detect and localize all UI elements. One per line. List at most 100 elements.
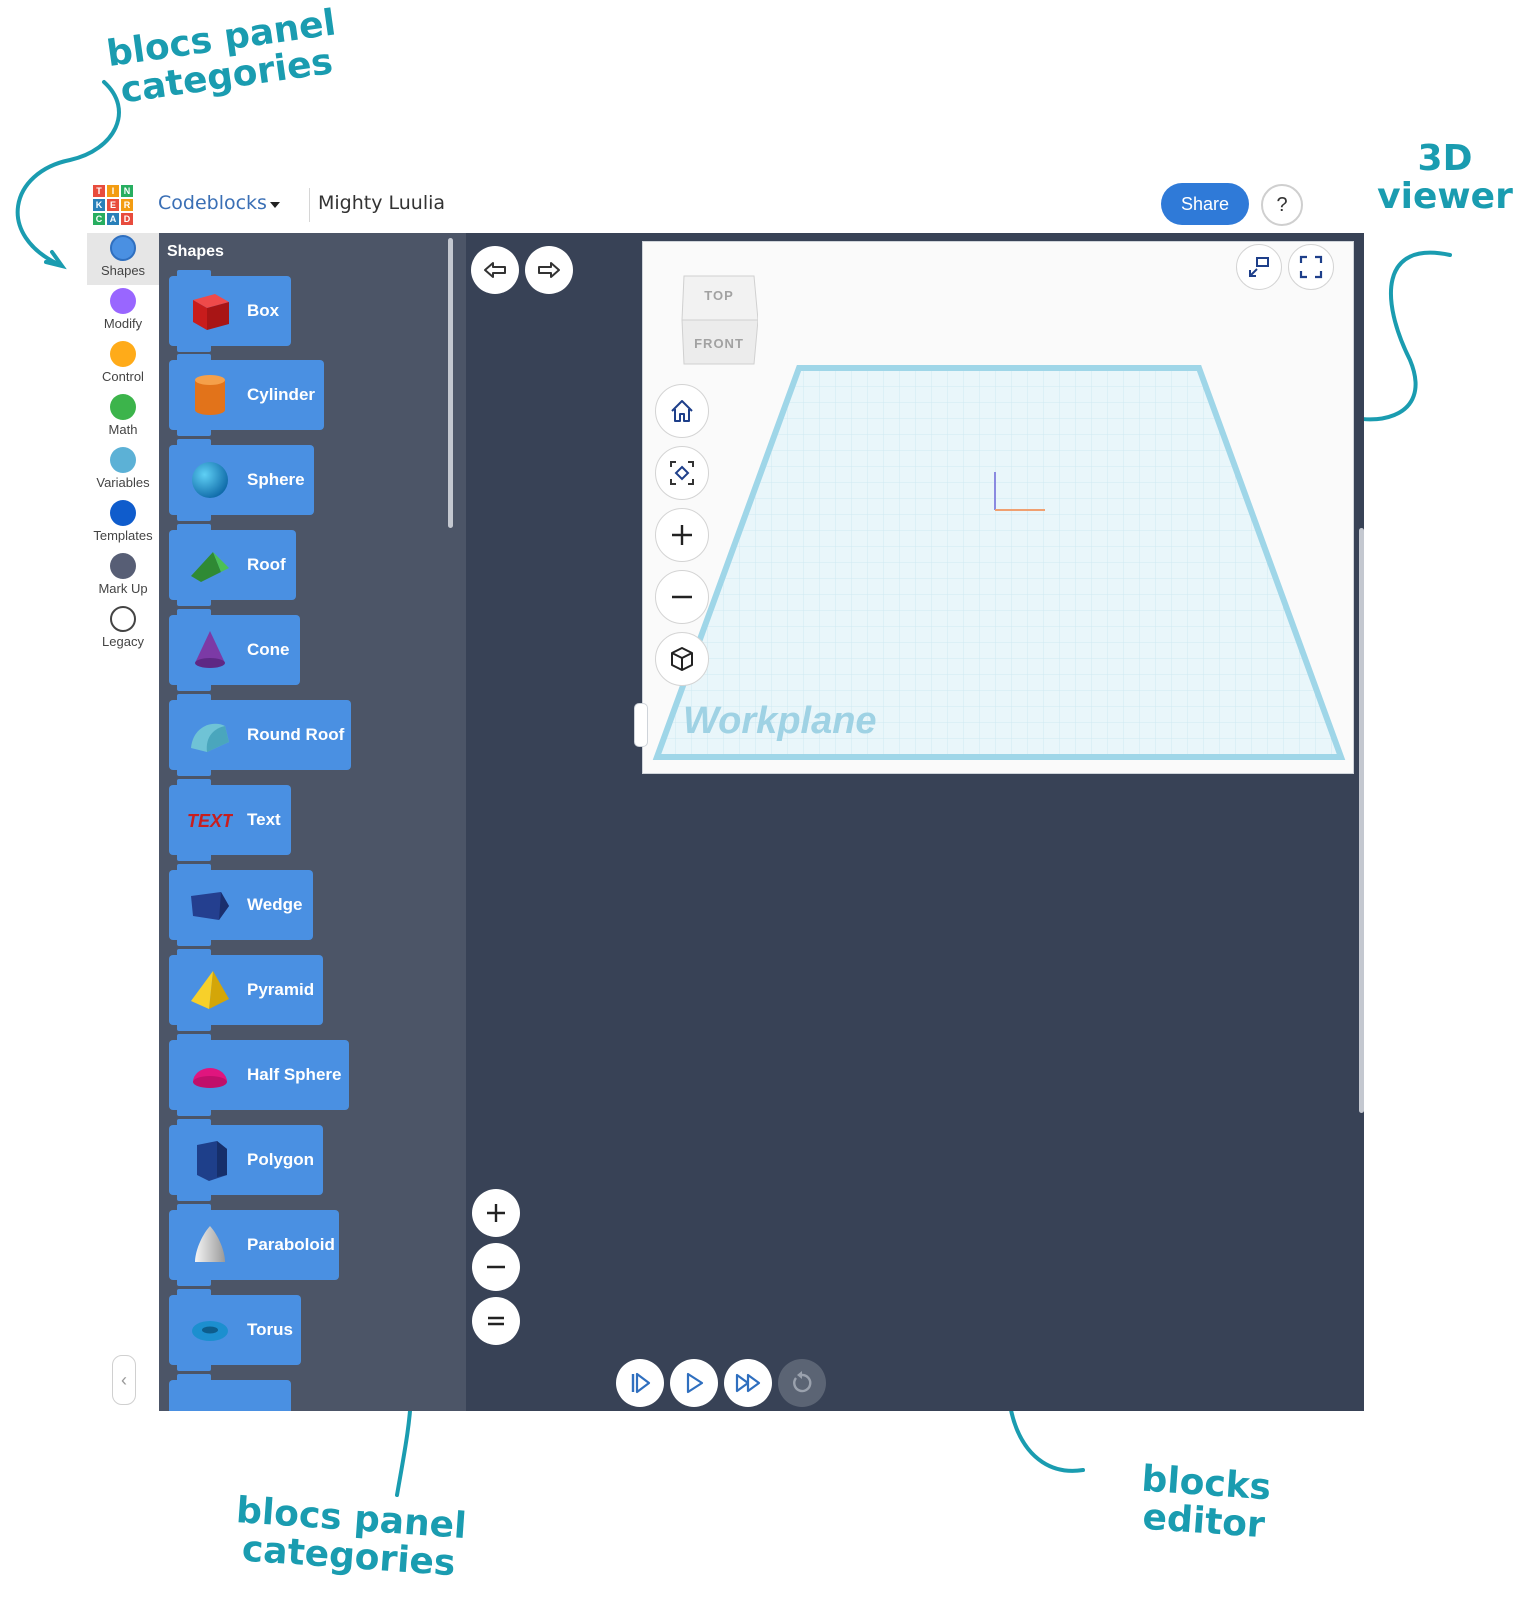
minimize-viewer-button[interactable] — [1236, 244, 1282, 290]
annotation-line: editor — [1141, 1496, 1267, 1547]
blocks-panel: Shapes Box Cylinder Sphere Roof Cone Rou… — [159, 233, 466, 1411]
block-text[interactable]: TEXT Text — [169, 779, 291, 861]
block-label: Wedge — [247, 895, 303, 914]
logo-letter: R — [121, 199, 133, 211]
block-cone[interactable]: Cone — [169, 609, 300, 691]
category-legacy[interactable]: Legacy — [87, 604, 159, 656]
text-icon: TEXT — [187, 797, 233, 843]
cube-face-top[interactable]: TOP — [680, 288, 758, 303]
logo-letter: C — [93, 213, 105, 225]
minimize-icon — [1249, 257, 1269, 277]
logo-letter: D — [121, 213, 133, 225]
fast-forward-button[interactable] — [724, 1359, 772, 1407]
view-cube[interactable]: TOP FRONT — [680, 274, 758, 366]
sphere-icon — [187, 457, 233, 503]
block-label: Pyramid — [247, 980, 315, 999]
home-view-button[interactable] — [655, 384, 709, 438]
minus-icon — [487, 1265, 505, 1269]
category-label: Legacy — [102, 634, 144, 649]
block-half-sphere[interactable]: Half Sphere — [169, 1034, 349, 1116]
share-button[interactable]: Share — [1161, 183, 1249, 225]
app-switcher[interactable]: Codeblocks — [158, 192, 267, 214]
panel-title: Shapes — [167, 243, 224, 260]
block-label: Torus — [247, 1320, 293, 1339]
round-roof-icon — [187, 712, 233, 758]
viewer-zoom-out-button[interactable] — [655, 570, 709, 624]
collapse-sidebar-button[interactable]: ‹ — [112, 1355, 136, 1405]
roof-icon — [187, 542, 233, 588]
annotation-line: 3D — [1417, 138, 1473, 179]
block-torus[interactable]: Torus — [169, 1289, 301, 1371]
annotation-top-left: blocs panel categories — [100, 2, 348, 113]
reset-icon — [793, 1371, 812, 1393]
perspective-button[interactable] — [655, 632, 709, 686]
fit-view-button[interactable] — [655, 446, 709, 500]
home-icon — [671, 400, 693, 422]
minus-icon — [672, 595, 692, 599]
half-sphere-icon — [187, 1052, 233, 1098]
category-mark-up[interactable]: Mark Up — [87, 551, 159, 603]
block-label: Round Roof — [247, 725, 345, 744]
block-partial[interactable] — [169, 1374, 291, 1411]
logo-letter: T — [93, 185, 105, 197]
chevron-down-icon[interactable] — [270, 202, 280, 208]
viewer-zoom-in-button[interactable] — [655, 508, 709, 562]
category-label: Variables — [96, 475, 150, 490]
logo-letter: A — [107, 213, 119, 225]
category-label: Modify — [103, 316, 143, 331]
category-modify[interactable]: Modify — [87, 286, 159, 338]
block-polygon[interactable]: Polygon — [169, 1119, 323, 1201]
block-roof[interactable]: Roof — [169, 524, 296, 606]
block-label: Paraboloid — [247, 1235, 335, 1254]
zoom-out-button[interactable] — [472, 1243, 520, 1291]
block-round-roof[interactable]: Round Roof — [169, 694, 351, 776]
3d-viewer[interactable]: TOP FRONT Workplane — [642, 241, 1354, 774]
category-templates[interactable]: Templates — [87, 498, 159, 550]
reset-button[interactable] — [778, 1359, 826, 1407]
block-label: Cylinder — [247, 385, 316, 404]
tinkercad-logo[interactable]: T I N K E R C A D — [93, 185, 133, 225]
equals-icon — [488, 1316, 504, 1326]
header-divider — [309, 188, 310, 222]
logo-letter: N — [121, 185, 133, 197]
play-button[interactable] — [670, 1359, 718, 1407]
category-control[interactable]: Control — [87, 339, 159, 391]
redo-icon — [538, 262, 560, 278]
viewer-resize-handle[interactable] — [634, 703, 648, 747]
category-dot-icon — [110, 500, 136, 526]
block-label: Box — [247, 301, 280, 320]
editor-scrollbar[interactable] — [1359, 528, 1364, 1113]
step-icon — [631, 1372, 651, 1394]
undo-icon — [484, 262, 506, 278]
paraboloid-icon — [187, 1222, 233, 1268]
category-dot-icon — [110, 288, 136, 314]
reset-zoom-button[interactable] — [472, 1297, 520, 1345]
category-math[interactable]: Math — [87, 392, 159, 444]
logo-letter: K — [93, 199, 105, 211]
block-pyramid[interactable]: Pyramid — [169, 949, 323, 1031]
category-variables[interactable]: Variables — [87, 445, 159, 497]
block-wedge[interactable]: Wedge — [169, 864, 313, 946]
step-button[interactable] — [616, 1359, 664, 1407]
panel-scrollbar[interactable] — [448, 238, 453, 528]
redo-button[interactable] — [525, 246, 573, 294]
cube-icon — [671, 647, 693, 671]
block-box[interactable]: Box — [169, 270, 291, 352]
zoom-in-button[interactable] — [472, 1189, 520, 1237]
fullscreen-button[interactable] — [1288, 244, 1334, 290]
block-sphere[interactable]: Sphere — [169, 439, 314, 521]
category-label: Templates — [93, 528, 153, 543]
undo-button[interactable] — [471, 246, 519, 294]
cube-face-front[interactable]: FRONT — [680, 336, 758, 351]
help-button[interactable]: ? — [1261, 184, 1303, 226]
block-label: Sphere — [247, 470, 305, 489]
block-paraboloid[interactable]: Paraboloid — [169, 1204, 339, 1286]
category-dot-icon — [110, 394, 136, 420]
category-shapes[interactable]: Shapes — [87, 233, 159, 285]
block-cylinder[interactable]: Cylinder — [169, 354, 324, 436]
block-label: Half Sphere — [247, 1065, 342, 1084]
plus-icon — [487, 1204, 505, 1222]
logo-letter: E — [107, 199, 119, 211]
project-name[interactable]: Mighty Luulia — [318, 192, 445, 214]
pyramid-icon — [187, 967, 233, 1013]
